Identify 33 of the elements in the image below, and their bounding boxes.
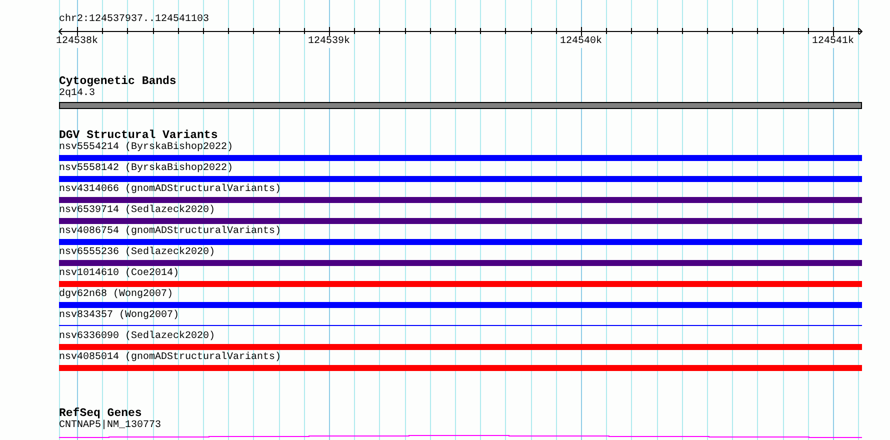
track-title: Cytogenetic Bands [59, 76, 176, 88]
band-label: 2q14.3 [59, 88, 96, 99]
track-title: DGV Structural Variants [59, 130, 218, 142]
variant-label: nsv4085014 (gnomADStructuralVariants) [59, 352, 282, 363]
tick-label: 124538k [56, 36, 98, 48]
variant-bar[interactable] [59, 302, 862, 308]
variant-label: nsv834357 (Wong2007) [59, 310, 180, 321]
location-label: chr2:124537937..124541103 [59, 14, 210, 26]
gene-line[interactable] [59, 433, 862, 439]
variant-label: nsv5554214 (ByrskaBishop2022) [59, 142, 234, 153]
variant-bar[interactable] [59, 260, 862, 266]
cytoband-bar[interactable] [59, 102, 862, 109]
tick-label: 124541k [812, 36, 854, 48]
variant-bar[interactable] [59, 365, 862, 371]
variant-label: nsv6336090 (Sedlazeck2020) [59, 331, 216, 342]
variant-label: nsv6555236 (Sedlazeck2020) [59, 247, 216, 258]
variant-bar[interactable] [59, 239, 862, 245]
tick-label: 124540k [560, 36, 602, 48]
variant-bar[interactable] [59, 155, 862, 161]
variant-label: dgv62n68 (Wong2007) [59, 289, 174, 300]
track-title: RefSeq Genes [59, 408, 142, 420]
gene-label: CNTNAP5|NM_130773 [59, 420, 162, 431]
variant-label: nsv1014610 (Coe2014) [59, 268, 180, 279]
variant-label: nsv5558142 (ByrskaBishop2022) [59, 163, 234, 174]
variant-label: nsv4314066 (gnomADStructuralVariants) [59, 184, 282, 195]
variant-bar[interactable] [59, 176, 862, 182]
variant-bar[interactable] [59, 197, 862, 203]
variant-bar[interactable] [59, 344, 862, 350]
variant-bar[interactable] [59, 281, 862, 287]
tick-label: 124539k [308, 36, 350, 48]
variant-label: nsv6539714 (Sedlazeck2020) [59, 205, 216, 216]
variant-bar[interactable] [59, 218, 862, 224]
variant-label: nsv4086754 (gnomADStructuralVariants) [59, 226, 282, 237]
